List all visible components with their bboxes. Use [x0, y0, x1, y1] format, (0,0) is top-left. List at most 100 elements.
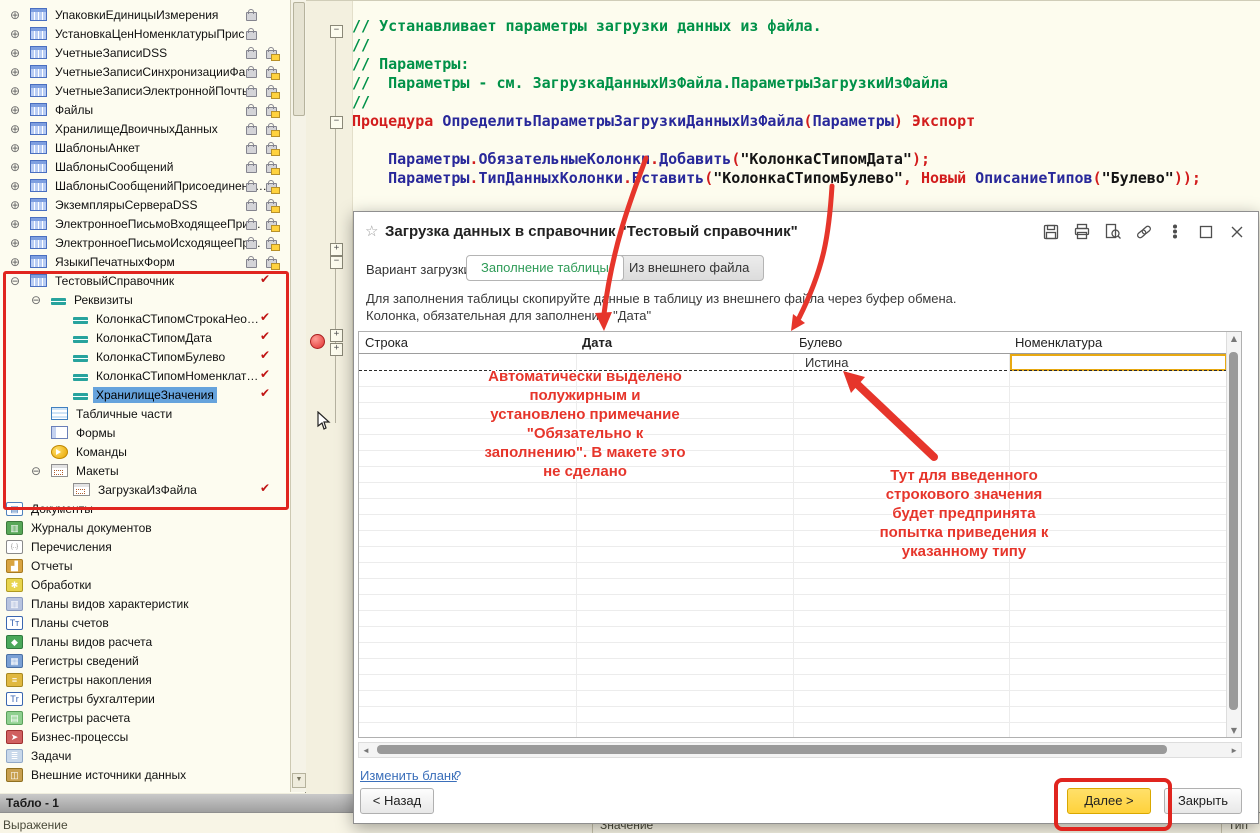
tree-item-шаблоныанкет[interactable]: ⊕ ШаблоныАнкет: [0, 138, 288, 157]
close-button[interactable]: Закрыть: [1164, 788, 1242, 814]
tree-item-label[interactable]: ЭлектронноеПисьмоИсходящееПр…: [52, 235, 264, 251]
column-header-3[interactable]: Булево: [793, 332, 1009, 353]
expand-icon[interactable]: ⊕: [10, 84, 30, 98]
tree-item-label[interactable]: Отчеты: [28, 558, 75, 574]
tree-item-бизнес-процессы[interactable]: ➤Бизнес-процессы: [0, 727, 288, 746]
expand-icon[interactable]: ⊕: [10, 217, 30, 231]
tree-item-label[interactable]: Планы видов характеристик: [28, 596, 191, 612]
tree-item-label[interactable]: Перечисления: [28, 539, 115, 555]
tree-item-учетныезаписиэлектроннойпочты[interactable]: ⊕УчетныеЗаписиЭлектроннойПочты: [0, 81, 288, 100]
tree-item-регистры-накопления[interactable]: ≡Регистры накопления: [0, 670, 288, 689]
code-line[interactable]: Параметры.ТипДанныхКолонки.Вставить("Кол…: [352, 169, 1201, 188]
tree-item-планы-видов-характеристик[interactable]: ▥Планы видов характеристик: [0, 594, 288, 613]
tree-item-label[interactable]: ХранилищеДвоичныхДанных: [52, 121, 221, 137]
expand-icon[interactable]: ⊕: [10, 255, 30, 269]
tree-scrollbar[interactable]: ▼: [290, 0, 306, 792]
table-vscrollbar[interactable]: ▲ ▼: [1226, 332, 1241, 737]
table-vscrollbar-thumb[interactable]: [1229, 352, 1238, 710]
save-icon[interactable]: [1042, 223, 1062, 241]
tree-item-label[interactable]: Журналы документов: [28, 520, 155, 536]
expand-icon[interactable]: ⊕: [10, 122, 30, 136]
tree-item-label[interactable]: Бизнес-процессы: [28, 729, 131, 745]
code-line[interactable]: // Устанавливает параметры загрузки данн…: [352, 17, 1201, 36]
tree-item-label[interactable]: Внешние источники данных: [28, 767, 189, 783]
tree-item-label[interactable]: УчетныеЗаписиDSS: [52, 45, 170, 61]
tree-item-label[interactable]: Планы счетов: [28, 615, 112, 631]
scroll-down-icon[interactable]: ▼: [1227, 726, 1241, 735]
tablo-title-bar[interactable]: Табло - 1: [0, 794, 353, 812]
tree-item-label[interactable]: ЯзыкиПечатныхФорм: [52, 254, 178, 270]
scroll-left-icon[interactable]: ◄: [362, 746, 370, 755]
tab-from-file[interactable]: Из внешнего файла: [614, 255, 764, 281]
tree-scrollbar-thumb[interactable]: [293, 2, 305, 116]
tree-item-файлы[interactable]: ⊕ Файлы: [0, 100, 288, 119]
fold-expand-icon[interactable]: +: [330, 243, 343, 256]
table-hscrollbar-thumb[interactable]: [377, 745, 1167, 754]
fold-collapse-icon[interactable]: −: [330, 25, 343, 38]
tree-item-установкаценноменклатурыприс-[interactable]: ⊕УстановкаЦенНоменклатурыПрис…: [0, 24, 288, 43]
expand-icon[interactable]: ⊕: [10, 236, 30, 250]
code-line[interactable]: //: [352, 36, 1201, 55]
tree-item-label[interactable]: УпаковкиЕдиницыИзмерения: [52, 7, 221, 23]
tree-item-label[interactable]: Задачи: [28, 748, 74, 764]
column-header-4[interactable]: Номенклатура: [1009, 332, 1227, 353]
code-line[interactable]: [352, 131, 1201, 150]
edit-form-link[interactable]: Изменить бланк: [360, 768, 457, 783]
selected-cell[interactable]: [1010, 354, 1227, 371]
tree-item-хранилищедвоичныхданных[interactable]: ⊕ ХранилищеДвоичныхДанных: [0, 119, 288, 138]
tree-item-внешние-источники-данных[interactable]: ◫Внешние источники данных: [0, 765, 288, 784]
tree-item-планы-видов-расчета[interactable]: ◆Планы видов расчета: [0, 632, 288, 651]
tree-item-языкипечатныхформ[interactable]: ⊕ ЯзыкиПечатныхФорм: [0, 252, 288, 271]
expand-icon[interactable]: ⊕: [10, 103, 30, 117]
tree-item-label[interactable]: ЭкземплярыСервераDSS: [52, 197, 201, 213]
code-line[interactable]: //: [352, 93, 1201, 112]
tree-item-label[interactable]: Регистры расчета: [28, 710, 133, 726]
tree-item-экземплярысервераdss[interactable]: ⊕ ЭкземплярыСервераDSS: [0, 195, 288, 214]
fold-expand-icon[interactable]: +: [330, 329, 343, 342]
tree-item-label[interactable]: ШаблоныСообщенийПрисоединенн…: [52, 178, 270, 194]
tree-item-электронноеписьмовходящеепри-[interactable]: ⊕ ЭлектронноеПисьмоВходящееПри…: [0, 214, 288, 233]
link-icon[interactable]: [1135, 223, 1155, 241]
expand-icon[interactable]: ⊕: [10, 65, 30, 79]
close-icon[interactable]: [1228, 223, 1248, 241]
tree-item-label[interactable]: УчетныеЗаписиСинхронизацииФа…: [52, 64, 260, 80]
tree-item-обработки[interactable]: ✱Обработки: [0, 575, 288, 594]
fold-collapse-icon[interactable]: −: [330, 116, 343, 129]
tree-item-label[interactable]: Обработки: [28, 577, 94, 593]
expand-icon[interactable]: ⊕: [10, 46, 30, 60]
tree-item-label[interactable]: Планы видов расчета: [28, 634, 155, 650]
breakpoint-icon[interactable]: [310, 334, 325, 349]
code-line[interactable]: // Параметры - см. ЗагрузкаДанныхИзФайла…: [352, 74, 1201, 93]
tree-item-учетныезаписиdss[interactable]: ⊕ УчетныеЗаписиDSS: [0, 43, 288, 62]
tree-item-label[interactable]: Файлы: [52, 102, 96, 118]
tree-item-регистры-расчета[interactable]: ▤Регистры расчета: [0, 708, 288, 727]
tree-item-label[interactable]: Регистры сведений: [28, 653, 142, 669]
tree-item-регистры-бухгалтерии[interactable]: ТrРегистры бухгалтерии: [0, 689, 288, 708]
column-header-2[interactable]: Дата: [576, 332, 793, 353]
expand-icon[interactable]: ⊕: [10, 27, 30, 41]
tab-fill-table[interactable]: Заполнение таблицы: [466, 255, 624, 281]
expand-icon[interactable]: ⊕: [10, 179, 30, 193]
tree-item-label[interactable]: Регистры накопления: [28, 672, 155, 688]
code-line[interactable]: Процедура ОпределитьПараметрыЗагрузкиДан…: [352, 112, 1201, 131]
code-line[interactable]: Параметры.ОбязательныеКолонки.Добавить("…: [352, 150, 1201, 169]
code-line[interactable]: // Параметры:: [352, 55, 1201, 74]
tree-item-label[interactable]: ШаблоныСообщений: [52, 159, 176, 175]
tree-scrollbar-down-icon[interactable]: ▼: [292, 773, 306, 788]
tree-item-label[interactable]: Регистры бухгалтерии: [28, 691, 158, 707]
tree-item-label[interactable]: ЭлектронноеПисьмоВходящееПри…: [52, 216, 264, 232]
scroll-right-icon[interactable]: ►: [1230, 746, 1238, 755]
tree-item-электронноеписьмоисходящеепр-[interactable]: ⊕ ЭлектронноеПисьмоИсходящееПр…: [0, 233, 288, 252]
more-icon[interactable]: [1166, 223, 1186, 241]
favorite-star-icon[interactable]: ☆: [365, 222, 378, 240]
tree-item-отчеты[interactable]: ▟Отчеты: [0, 556, 288, 575]
expand-icon[interactable]: ⊕: [10, 141, 30, 155]
tree-item-label[interactable]: ШаблоныАнкет: [52, 140, 143, 156]
code-text[interactable]: // Устанавливает параметры загрузки данн…: [352, 17, 1201, 188]
expand-icon[interactable]: ⊕: [10, 198, 30, 212]
boolean-cell-value[interactable]: Истина: [805, 355, 848, 370]
back-button[interactable]: < Назад: [360, 788, 434, 814]
table-hscrollbar[interactable]: ◄ ►: [358, 742, 1242, 758]
tree-item-учетныезаписисинхронизациифа-[interactable]: ⊕ УчетныеЗаписиСинхронизацииФа…: [0, 62, 288, 81]
maximize-icon[interactable]: [1197, 223, 1217, 241]
